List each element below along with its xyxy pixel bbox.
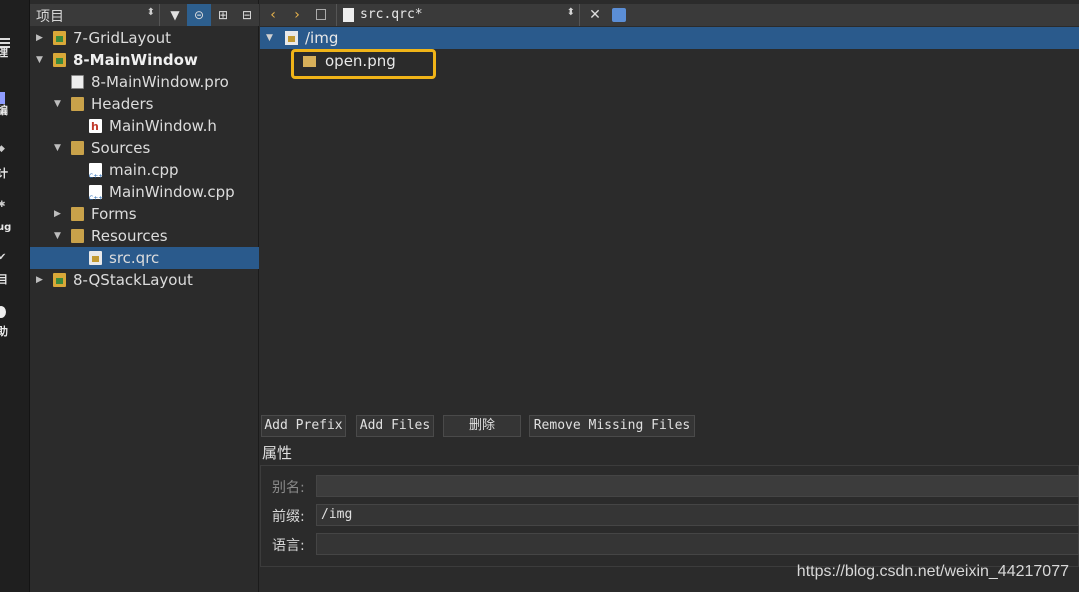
headers-folder-icon [71, 97, 84, 111]
prefix-field[interactable]: /img [316, 504, 1079, 526]
tree-item-label: src.qrc [109, 249, 160, 267]
debug-icon: ✱ [0, 200, 6, 210]
help-icon [0, 306, 6, 318]
mode-help[interactable]: 助 [0, 306, 30, 338]
expanded-arrow-icon[interactable]: ▼ [54, 93, 66, 115]
tree-item-label: 8-MainWindow.pro [91, 73, 229, 91]
tree-item-label: 8-QStackLayout [73, 271, 193, 289]
tree-item-mainwindow-cpp[interactable]: MainWindow.cpp [30, 181, 259, 210]
resources-folder-icon [71, 229, 84, 243]
sources-folder-icon [71, 141, 84, 155]
cpp-file-icon [89, 185, 103, 210]
mode-help-label: 助 [0, 325, 8, 338]
open-documents-combo[interactable]: src.qrc* ⬍ [336, 4, 580, 26]
link-icon[interactable]: ⊝ [187, 4, 211, 26]
tree-item-label: Resources [91, 227, 168, 245]
tree-item-label: 7-GridLayout [73, 29, 171, 47]
project-toolbar: 项目 ⬍ ▼ ⊝ ⊞ ⊟ [30, 4, 259, 26]
highlight-annotation [291, 49, 436, 79]
alias-label: 别名: [272, 480, 305, 496]
alias-field[interactable] [316, 475, 1079, 497]
tree-item-label: MainWindow.h [109, 117, 217, 135]
qrc-prefix-icon [285, 31, 298, 45]
mode-design-label: 计 [0, 167, 8, 180]
resource-prefix-label: /img [305, 29, 339, 47]
prefix-label: 前缀: [272, 509, 305, 525]
mode-projects[interactable]: ✔ 目 [0, 252, 30, 286]
pro-file-icon [71, 75, 84, 89]
tree-item-resources[interactable]: ▼ Resources [30, 225, 259, 247]
add-files-button[interactable]: Add Files [356, 415, 434, 437]
tree-item-label: Forms [91, 205, 137, 223]
cpp-file-icon [89, 163, 103, 188]
tree-item-sources[interactable]: ▼ Sources [30, 137, 259, 159]
remove-missing-files-button[interactable]: Remove Missing Files [529, 415, 695, 437]
tree-item-headers[interactable]: ▼ Headers [30, 93, 259, 115]
project-panel: 项目 ⬍ ▼ ⊝ ⊞ ⊟ ▶ 7-GridLayout ▼ 8-MainWind… [30, 0, 259, 592]
mode-debug[interactable]: ✱ ug [0, 200, 30, 233]
mode-welcome-label: 理 [0, 46, 8, 59]
filter-icon[interactable]: ▼ [163, 4, 187, 26]
tree-item-forms[interactable]: ▶ Forms [30, 203, 259, 225]
watermark-text: https://blog.csdn.net/weixin_44217077 [796, 563, 1069, 580]
qrc-file-icon [89, 251, 102, 265]
expanded-arrow-icon[interactable]: ▼ [54, 137, 66, 159]
tree-item-7-gridlayout[interactable]: ▶ 7-GridLayout [30, 27, 259, 49]
mode-debug-label: ug [0, 222, 12, 233]
editor-toolbar: ‹ › src.qrc* ⬍ ✕ [260, 4, 1079, 26]
project-view-combo[interactable]: 项目 ⬍ [30, 4, 160, 26]
tree-item-label: 8-MainWindow [73, 51, 198, 69]
qrc-file-icon [343, 8, 354, 22]
project-icon [53, 273, 66, 287]
tree-item-8-mainwindow[interactable]: ▼ 8-MainWindow [30, 49, 259, 71]
resource-editor: ▼ /img open.png [260, 27, 1079, 410]
collapsed-arrow-icon[interactable]: ▶ [36, 27, 48, 49]
updown-arrow-icon: ⬍ [146, 7, 155, 18]
tree-item-main-cpp[interactable]: main.cpp [30, 159, 259, 188]
design-icon: ◆ [0, 144, 5, 154]
project-icon [53, 31, 66, 45]
expanded-arrow-icon[interactable]: ▼ [36, 49, 48, 71]
mode-welcome[interactable]: 理 [0, 38, 30, 60]
mode-design[interactable]: ◆ 计 [0, 144, 30, 180]
expanded-arrow-icon[interactable]: ▼ [266, 27, 273, 49]
language-field[interactable] [316, 533, 1079, 555]
collapsed-arrow-icon[interactable]: ▶ [54, 203, 66, 225]
projects-icon: ✔ [0, 252, 7, 263]
tree-item-src-qrc[interactable]: src.qrc [30, 247, 259, 269]
forward-icon[interactable]: › [286, 4, 308, 26]
close-document-icon[interactable]: ✕ [586, 4, 604, 26]
language-label: 语言: [272, 538, 305, 554]
edit-icon [0, 92, 5, 104]
mode-projects-label: 目 [0, 273, 8, 286]
project-view-label: 项目 [36, 9, 64, 25]
collapsed-arrow-icon[interactable]: ▶ [36, 269, 48, 291]
lock-icon[interactable] [316, 9, 326, 20]
tree-item-label: MainWindow.cpp [109, 183, 235, 201]
expanded-arrow-icon[interactable]: ▼ [54, 225, 66, 247]
back-icon[interactable]: ‹ [262, 4, 284, 26]
mode-edit[interactable]: 编 [0, 92, 30, 117]
tree-item-mainwindow-h[interactable]: MainWindow.h [30, 115, 259, 138]
close-pane-icon[interactable]: ⊟ [235, 4, 259, 26]
header-file-icon [89, 116, 102, 138]
properties-title: 属性 [262, 444, 293, 462]
split-editor-icon[interactable] [612, 8, 626, 22]
delete-button[interactable]: 删除 [443, 415, 521, 437]
tree-item-8-qstacklayout[interactable]: ▶ 8-QStackLayout [30, 269, 259, 291]
tree-item-label: Headers [91, 95, 154, 113]
add-prefix-button[interactable]: Add Prefix [261, 415, 346, 437]
project-icon [53, 53, 66, 67]
tree-item-label: Sources [91, 139, 151, 157]
document-name: src.qrc* [360, 7, 423, 22]
tree-item-label: main.cpp [109, 161, 179, 179]
updown-arrow-icon: ⬍ [566, 7, 575, 18]
tree-item-pro-file[interactable]: 8-MainWindow.pro [30, 71, 259, 93]
mode-edit-label: 编 [0, 104, 8, 117]
mode-sidebar: 理 编 ◆ 计 ✱ ug ✔ 目 助 [0, 0, 30, 592]
split-add-icon[interactable]: ⊞ [211, 4, 235, 26]
forms-folder-icon [71, 207, 84, 221]
resource-prefix-row[interactable]: ▼ /img [260, 27, 1079, 49]
